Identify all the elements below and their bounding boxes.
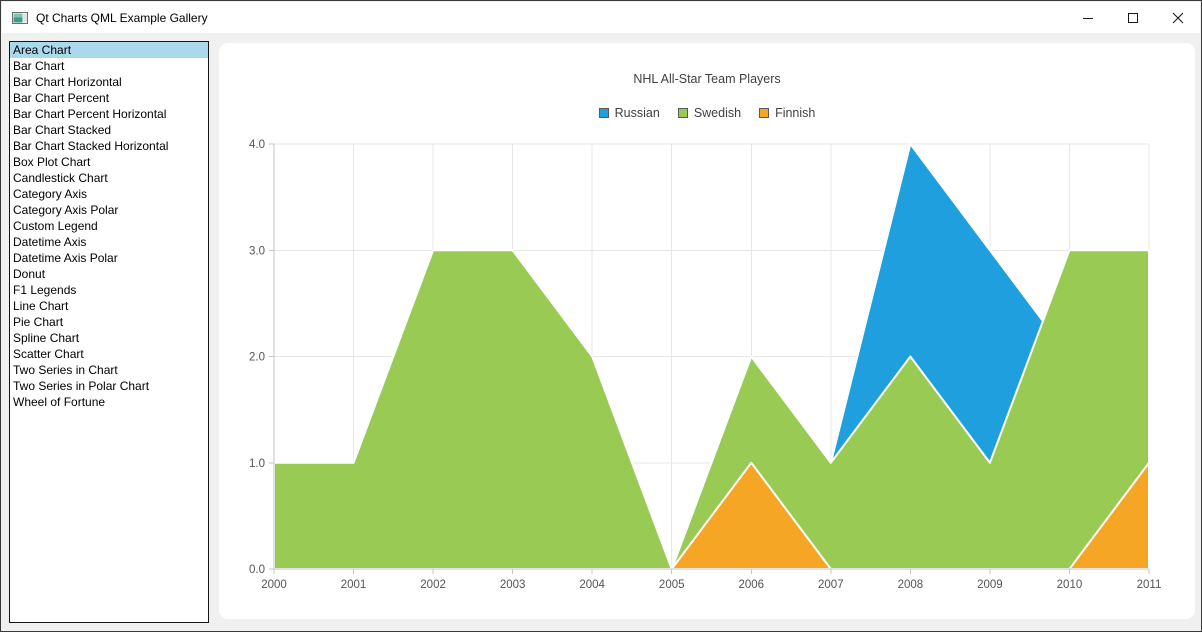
list-item-bar-chart-percent[interactable]: Bar Chart Percent xyxy=(10,90,208,106)
close-button[interactable] xyxy=(1155,2,1200,33)
minimize-icon xyxy=(1082,12,1094,24)
svg-text:2006: 2006 xyxy=(738,579,764,591)
maximize-button[interactable] xyxy=(1110,2,1155,33)
list-item-f1-legends[interactable]: F1 Legends xyxy=(10,282,208,298)
list-item-category-axis-polar[interactable]: Category Axis Polar xyxy=(10,202,208,218)
title-bar[interactable]: Qt Charts QML Example Gallery xyxy=(2,2,1200,33)
svg-text:0.0: 0.0 xyxy=(249,564,265,576)
svg-text:2005: 2005 xyxy=(659,579,685,591)
maximize-icon xyxy=(1127,12,1139,24)
list-item-bar-chart-percent-horizontal[interactable]: Bar Chart Percent Horizontal xyxy=(10,106,208,122)
list-item-pie-chart[interactable]: Pie Chart xyxy=(10,314,208,330)
svg-text:2007: 2007 xyxy=(818,579,844,591)
svg-text:2009: 2009 xyxy=(977,579,1003,591)
list-item-bar-chart-horizontal[interactable]: Bar Chart Horizontal xyxy=(10,74,208,90)
svg-text:2003: 2003 xyxy=(500,579,526,591)
app-icon xyxy=(12,10,28,26)
content-area: Area ChartBar ChartBar Chart HorizontalB… xyxy=(2,33,1202,632)
app-window: Qt Charts QML Example Gallery Area Chart… xyxy=(0,0,1202,632)
list-item-bar-chart-stacked-horizontal[interactable]: Bar Chart Stacked Horizontal xyxy=(10,138,208,154)
chart-pane: NHL All-Star Team Players RussianSwedish… xyxy=(219,43,1195,619)
list-item-scatter-chart[interactable]: Scatter Chart xyxy=(10,346,208,362)
list-item-datetime-axis[interactable]: Datetime Axis xyxy=(10,234,208,250)
list-item-donut[interactable]: Donut xyxy=(10,266,208,282)
svg-text:2010: 2010 xyxy=(1057,579,1083,591)
svg-text:2011: 2011 xyxy=(1137,579,1162,591)
area-chart-canvas: 0.0 1.0 2.0 3.0 4.0 2000 2001 2002 2003 2004 2005 2… xyxy=(219,43,1195,619)
list-item-wheel-of-fortune[interactable]: Wheel of Fortune xyxy=(10,394,208,410)
svg-text:4.0: 4.0 xyxy=(249,139,265,151)
svg-text:2.0: 2.0 xyxy=(249,352,265,364)
list-item-spline-chart[interactable]: Spline Chart xyxy=(10,330,208,346)
example-list[interactable]: Area ChartBar ChartBar Chart HorizontalB… xyxy=(9,41,209,623)
list-item-box-plot-chart[interactable]: Box Plot Chart xyxy=(10,154,208,170)
minimize-button[interactable] xyxy=(1065,2,1110,33)
svg-text:1.0: 1.0 xyxy=(249,458,265,470)
svg-text:2008: 2008 xyxy=(898,579,924,591)
list-item-line-chart[interactable]: Line Chart xyxy=(10,298,208,314)
list-item-category-axis[interactable]: Category Axis xyxy=(10,186,208,202)
list-item-bar-chart-stacked[interactable]: Bar Chart Stacked xyxy=(10,122,208,138)
svg-text:2002: 2002 xyxy=(420,579,446,591)
svg-text:2000: 2000 xyxy=(261,579,287,591)
close-icon xyxy=(1172,12,1184,24)
list-item-two-series-in-polar-chart[interactable]: Two Series in Polar Chart xyxy=(10,378,208,394)
list-item-bar-chart[interactable]: Bar Chart xyxy=(10,58,208,74)
svg-text:3.0: 3.0 xyxy=(249,245,265,257)
list-item-datetime-axis-polar[interactable]: Datetime Axis Polar xyxy=(10,250,208,266)
list-item-two-series-in-chart[interactable]: Two Series in Chart xyxy=(10,362,208,378)
svg-text:2004: 2004 xyxy=(579,579,605,591)
list-item-area-chart[interactable]: Area Chart xyxy=(10,42,208,58)
window-title: Qt Charts QML Example Gallery xyxy=(36,11,208,25)
list-item-custom-legend[interactable]: Custom Legend xyxy=(10,218,208,234)
svg-text:2001: 2001 xyxy=(341,579,367,591)
list-item-candlestick-chart[interactable]: Candlestick Chart xyxy=(10,170,208,186)
